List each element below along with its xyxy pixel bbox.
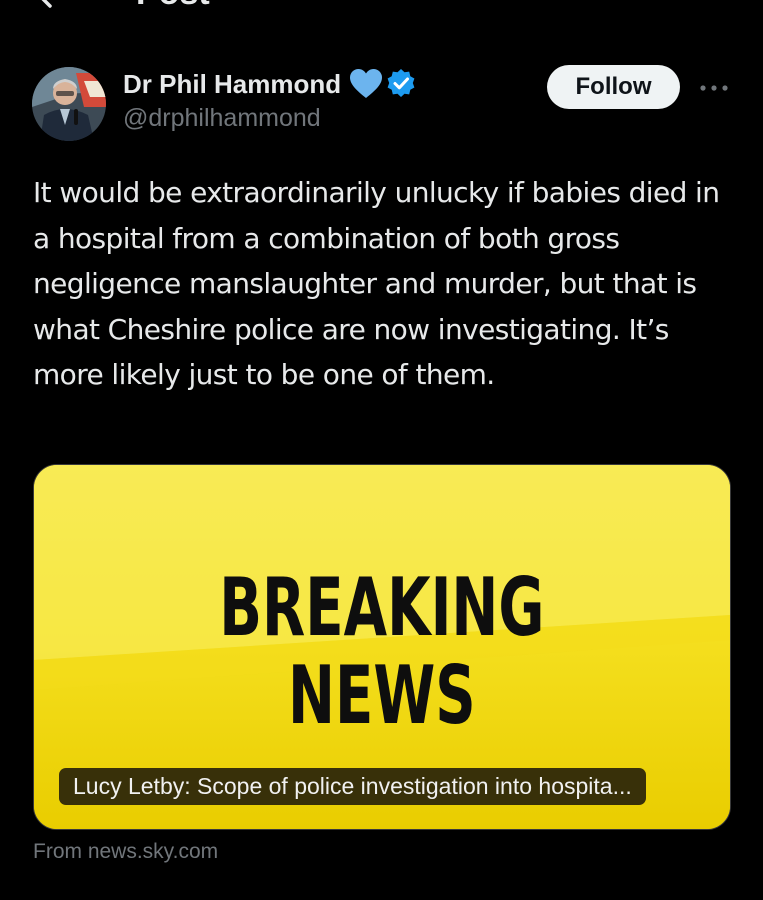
card-source[interactable]: From news.sky.com bbox=[33, 840, 218, 864]
top-bar: Post bbox=[0, 0, 763, 12]
more-options-icon[interactable] bbox=[698, 78, 730, 98]
link-preview-card[interactable]: BREAKING NEWS Lucy Letby: Scope of polic… bbox=[33, 464, 731, 830]
blue-heart-icon bbox=[350, 69, 383, 98]
author-handle[interactable]: @drphilhammond bbox=[123, 104, 321, 133]
breaking-text: BREAKING bbox=[219, 560, 544, 654]
author-name-row: Dr Phil Hammond bbox=[123, 66, 417, 102]
news-text: NEWS bbox=[288, 648, 476, 742]
card-title: Lucy Letby: Scope of police investigatio… bbox=[59, 768, 646, 805]
verified-badge-icon[interactable] bbox=[385, 68, 417, 100]
avatar-image bbox=[32, 67, 106, 141]
follow-button[interactable]: Follow bbox=[547, 65, 680, 109]
arrow-left-icon[interactable] bbox=[34, 0, 74, 8]
tweet-text: It would be extraordinarily unlucky if b… bbox=[33, 176, 720, 391]
author-name[interactable]: Dr Phil Hammond bbox=[123, 69, 341, 100]
page-title: Post bbox=[136, 0, 210, 10]
avatar[interactable] bbox=[32, 67, 106, 141]
